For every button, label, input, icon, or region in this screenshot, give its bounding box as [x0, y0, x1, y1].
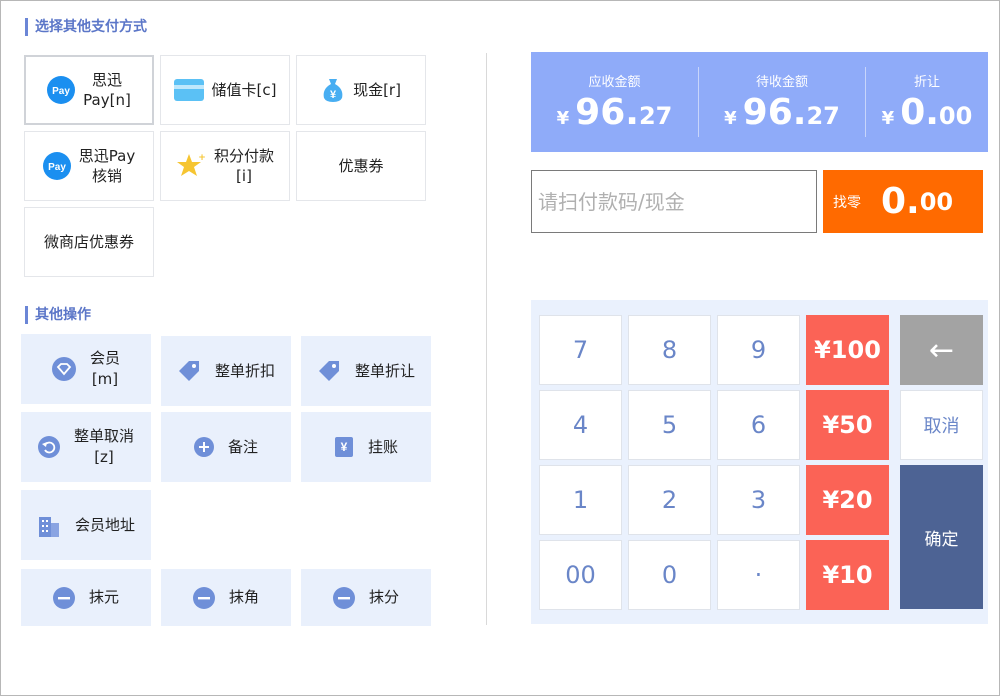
op-button-round-yuan[interactable]: 抹元 — [21, 569, 151, 626]
pay-icon: Pay — [47, 76, 76, 104]
card-icon — [173, 79, 204, 101]
pending-caption: 待收金额 — [755, 75, 808, 90]
key-0[interactable]: 0 — [628, 540, 711, 610]
receivable-amount: 应收金额 ¥96. 27 — [531, 71, 698, 133]
key-20-yuan[interactable]: ¥20 — [806, 465, 889, 535]
plus-circle-icon — [193, 437, 214, 457]
amount-integer: 96. — [742, 92, 807, 133]
key-7[interactable]: 7 — [539, 315, 622, 385]
key-50-yuan[interactable]: ¥50 — [806, 390, 889, 460]
building-icon — [37, 513, 61, 537]
op-button-label: 整单折让 — [354, 361, 415, 380]
key-1[interactable]: 1 — [539, 465, 622, 535]
ops-section-title: 其他操作 — [25, 306, 91, 324]
op-button-on-account[interactable]: ¥ 挂账 — [301, 412, 431, 482]
key-5[interactable]: 5 — [628, 390, 711, 460]
key-6[interactable]: 6 — [717, 390, 800, 460]
pay-button-label: 现金[r] — [353, 81, 401, 99]
payment-section-title: 选择其他支付方式 — [25, 18, 147, 36]
currency-symbol: ¥ — [724, 108, 737, 129]
change-display: 找零 0. 00 — [823, 170, 983, 233]
op-button-label: 整单折扣 — [214, 361, 275, 380]
change-integer: 0. — [881, 181, 920, 222]
pay-button-label: 思迅Pay 核销 — [78, 147, 136, 185]
discount-caption: 折让 — [913, 75, 940, 90]
pay-button-label: 储值卡[c] — [211, 81, 277, 99]
undo-icon — [37, 436, 60, 458]
op-button-label: 抹元 — [88, 588, 119, 606]
currency-symbol: ¥ — [556, 108, 570, 129]
op-button-member-address[interactable]: 会员地址 — [21, 490, 151, 560]
key-4[interactable]: 4 — [539, 390, 622, 460]
op-button-label: 抹角 — [228, 588, 259, 606]
amount-decimal: 00 — [938, 102, 973, 130]
pay-button-coupon[interactable]: 优惠券 — [296, 131, 426, 201]
op-button-label: 整单取消 [z] — [73, 427, 134, 466]
amount-decimal: 27 — [806, 102, 840, 130]
op-button-label: 备注 — [227, 437, 258, 456]
change-decimal: 00 — [919, 187, 954, 216]
pay-button-label: 思迅 Pay[n] — [83, 71, 131, 109]
pay-button-micro-shop-coupon[interactable]: 微商店优惠券 — [24, 207, 154, 277]
amount-integer: 96. — [575, 92, 639, 133]
op-button-label: 抹分 — [368, 588, 399, 606]
op-button-order-allowance[interactable]: 整单折让 — [301, 336, 431, 406]
pay-icon: Pay — [42, 152, 71, 180]
receivable-caption: 应收金额 — [588, 75, 641, 90]
key-00[interactable]: 00 — [539, 540, 622, 610]
pay-button-sixun-pay[interactable]: Pay 思迅 Pay[n] — [24, 55, 154, 125]
amount-summary: 应收金额 ¥96. 27 待收金额 ¥96. 27 折让 ¥0. 00 — [531, 52, 988, 152]
pay-button-sixun-pay-verify[interactable]: Pay 思迅Pay 核销 — [24, 131, 154, 201]
pos-payment-window: 选择其他支付方式 Pay 思迅 Pay[n] 储值卡[c] ¥ 现金[r] Pa… — [0, 0, 1000, 696]
minus-circle-icon — [192, 586, 215, 609]
svg-text:+: + — [198, 153, 206, 163]
confirm-key[interactable]: 确定 — [900, 465, 983, 609]
tag-icon — [317, 359, 341, 383]
amount-decimal: 27 — [638, 102, 673, 130]
op-button-label: 会员 [m] — [89, 349, 120, 388]
svg-text:¥: ¥ — [330, 89, 337, 101]
op-button-remark[interactable]: 备注 — [161, 412, 291, 482]
svg-text:Pay: Pay — [48, 162, 66, 173]
money-bag-icon: ¥ — [321, 77, 345, 103]
key-dot[interactable]: · — [717, 540, 800, 610]
op-button-round-jiao[interactable]: 抹角 — [161, 569, 291, 626]
key-8[interactable]: 8 — [628, 315, 711, 385]
backspace-key[interactable]: ← — [900, 315, 983, 385]
op-button-order-discount[interactable]: 整单折扣 — [161, 336, 291, 406]
star-icon: + — [176, 151, 206, 181]
svg-text:¥: ¥ — [341, 440, 348, 454]
pay-button-label: 积分付款 [i] — [213, 147, 274, 185]
svg-text:Pay: Pay — [52, 86, 70, 97]
key-2[interactable]: 2 — [628, 465, 711, 535]
op-button-label: 挂账 — [367, 437, 398, 456]
pay-button-label: 微商店优惠券 — [43, 233, 134, 251]
op-button-cancel-order[interactable]: 整单取消 [z] — [21, 412, 151, 482]
key-10-yuan[interactable]: ¥10 — [806, 540, 889, 610]
key-9[interactable]: 9 — [717, 315, 800, 385]
op-button-round-fen[interactable]: 抹分 — [301, 569, 431, 626]
panel-divider — [486, 53, 487, 625]
diamond-icon — [51, 357, 76, 381]
pay-button-points[interactable]: + 积分付款 [i] — [160, 131, 290, 201]
scan-payment-input[interactable] — [531, 170, 817, 233]
amount-integer: 0. — [900, 92, 939, 133]
cancel-key[interactable]: 取消 — [900, 390, 983, 460]
key-100-yuan[interactable]: ¥100 — [806, 315, 889, 385]
pending-amount: 待收金额 ¥96. 27 — [699, 71, 865, 133]
pay-button-cash[interactable]: ¥ 现金[r] — [296, 55, 426, 125]
pay-button-stored-card[interactable]: 储值卡[c] — [160, 55, 290, 125]
numeric-keypad: 7 8 9 ¥100 ← 4 5 6 ¥50 取消 1 2 3 ¥20 确定 0… — [531, 300, 988, 624]
key-3[interactable]: 3 — [717, 465, 800, 535]
pay-button-label: 优惠券 — [338, 157, 384, 175]
discount-amount: 折让 ¥0. 00 — [866, 71, 988, 133]
op-button-label: 会员地址 — [74, 515, 135, 534]
change-caption: 找零 — [833, 194, 861, 211]
currency-symbol: ¥ — [881, 108, 895, 129]
tag-icon — [177, 359, 201, 383]
yen-doc-icon: ¥ — [334, 436, 354, 458]
op-button-member[interactable]: 会员 [m] — [21, 334, 151, 404]
minus-circle-icon — [332, 586, 355, 609]
minus-circle-icon — [52, 586, 75, 609]
